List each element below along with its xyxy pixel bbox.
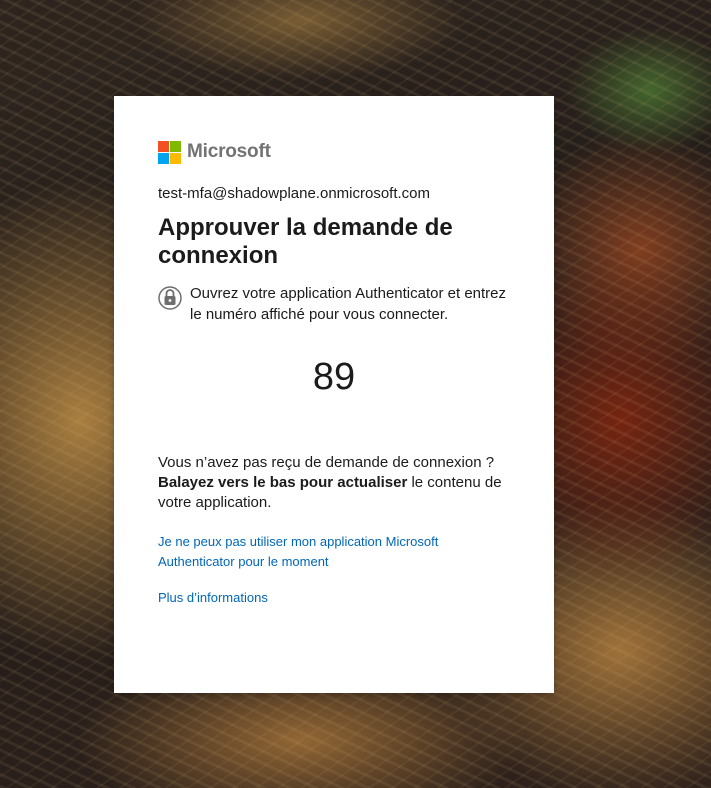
instruction-text: Ouvrez votre application Authenticator e… — [190, 285, 507, 323]
lock-icon — [158, 286, 182, 310]
instruction-row: Ouvrez votre application Authenticator e… — [158, 283, 510, 325]
cant-use-authenticator-link[interactable]: Je ne peux pas utiliser mon application … — [158, 532, 510, 572]
microsoft-logo-icon — [158, 140, 181, 164]
link-list: Je ne peux pas utiliser mon application … — [158, 532, 510, 608]
more-info-link[interactable]: Plus d’informations — [158, 588, 510, 608]
display-sign-in-number: 89 — [312, 356, 356, 398]
account-identity: test-mfa@shadowplane.onmicrosoft.com — [158, 185, 431, 202]
help-text: Vous n’avez pas reçu de demande de conne… — [158, 453, 510, 513]
page-title: Approuver la demande de connexion — [158, 214, 453, 269]
help-bold-text: Balayez vers le bas pour actualiser — [158, 474, 408, 491]
sign-in-card: Microsoft test-mfa@shadowplane.onmicroso… — [114, 96, 554, 693]
brand-name: Microsoft — [187, 141, 271, 162]
brand-header: Microsoft — [158, 140, 510, 164]
help-line: Vous n’avez pas reçu de demande de conne… — [158, 454, 495, 471]
